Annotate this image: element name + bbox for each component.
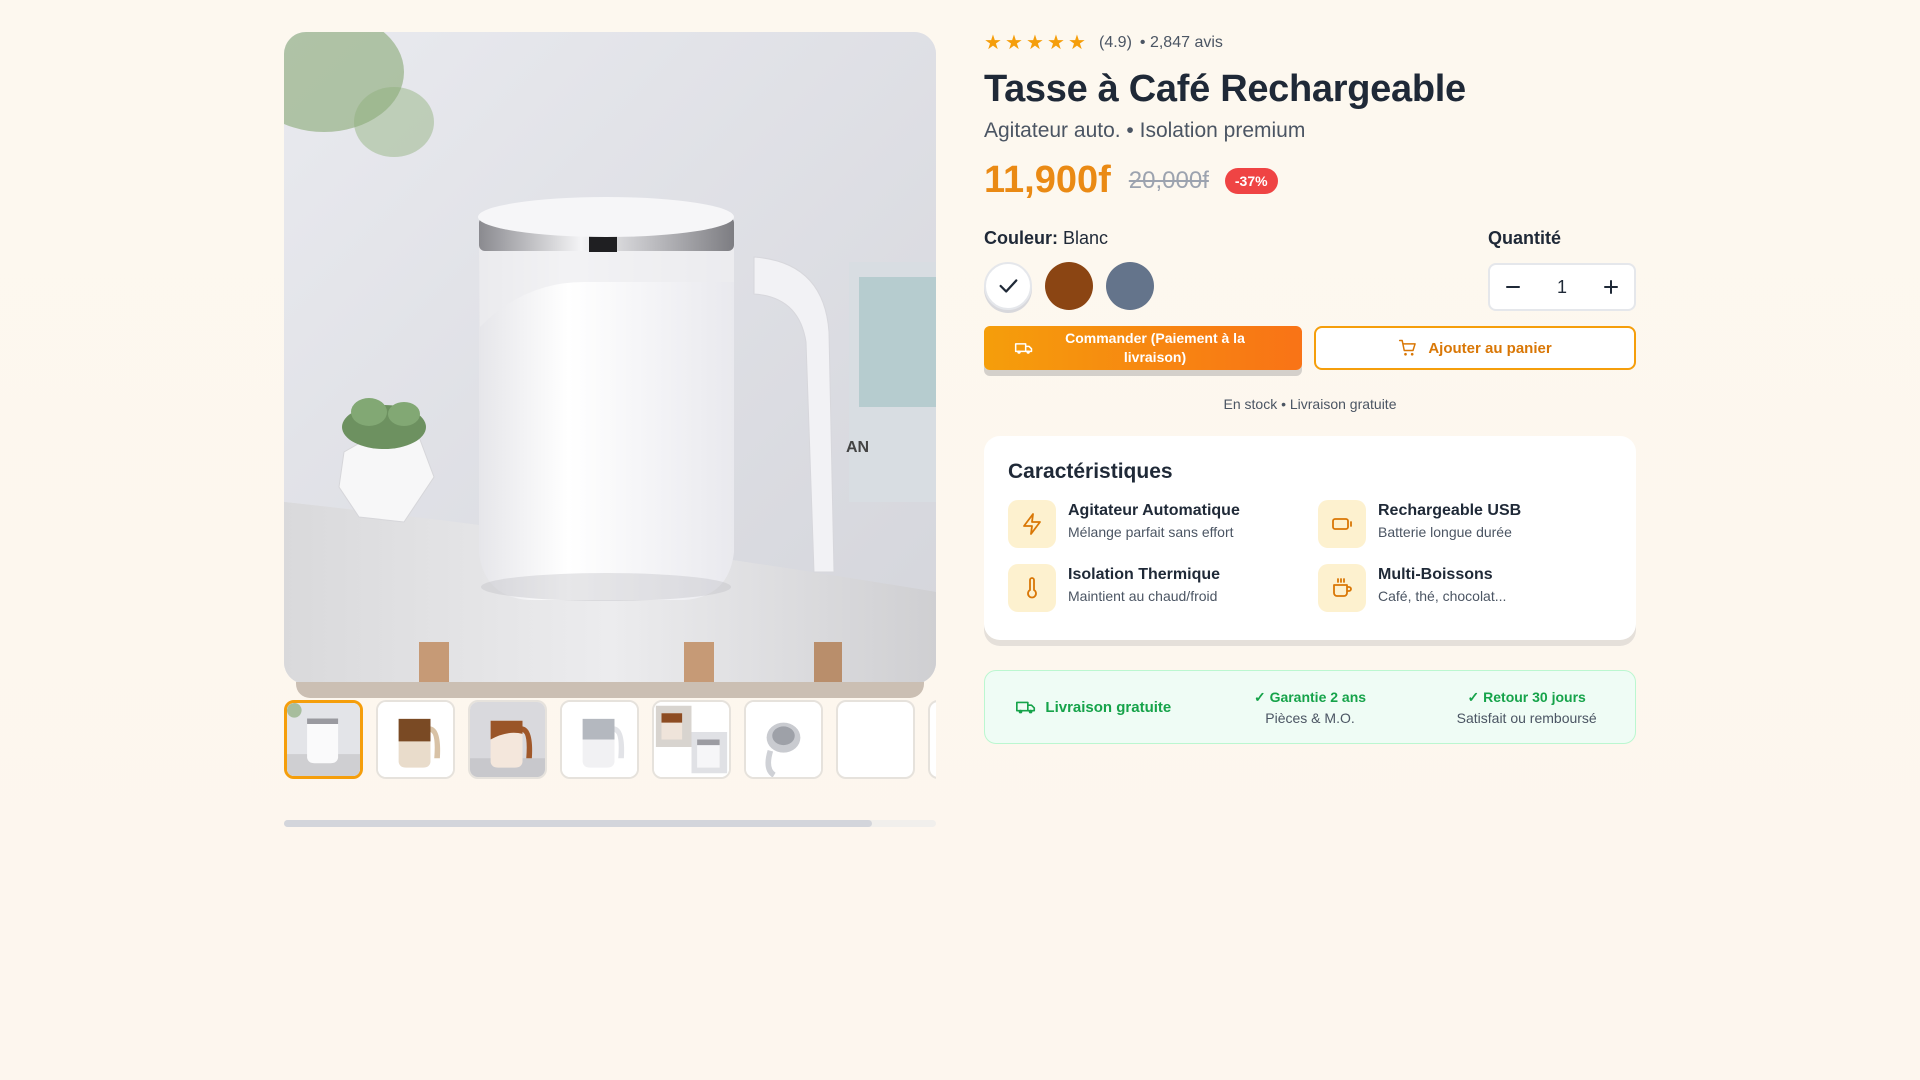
old-price: 20,000f <box>1128 166 1209 194</box>
stock-status: En stock • Livraison gratuite <box>1223 396 1397 412</box>
feature-desc: Mélange parfait sans effort <box>1068 524 1234 540</box>
features-heading: Caractéristiques <box>1008 460 1173 483</box>
decrease-quantity-button[interactable] <box>1490 265 1536 309</box>
feature-item: Multi-Boissons Café, thé, chocolat... <box>1318 564 1618 612</box>
feature-title: Multi-Boissons <box>1378 566 1493 583</box>
features-grid: Agitateur Automatique Mélange parfait sa… <box>1008 500 1612 612</box>
plus-icon <box>1603 280 1618 294</box>
feature-title: Agitateur Automatique <box>1068 502 1240 519</box>
price-row: 11,900f 20,000f -37% <box>984 159 1636 202</box>
thermometer-icon <box>1008 564 1056 612</box>
product-title: Tasse à Café Rechargeable <box>984 68 1466 110</box>
quantity-value[interactable]: 1 <box>1557 277 1567 298</box>
features-card: Caractéristiques Agitateur Automatique M… <box>984 436 1636 640</box>
star-icon: ★ <box>984 31 1002 54</box>
color-label-text: Couleur: <box>984 228 1058 248</box>
quantity-label: Quantité <box>1488 228 1562 248</box>
thumbnail-1[interactable] <box>284 700 363 779</box>
discount-badge: -37% <box>1224 167 1278 194</box>
product-subtitle: Agitateur auto. • Isolation premium <box>984 119 1306 142</box>
guarantees-bar: Livraison gratuite ✓ Garantie 2 ans Pièc… <box>984 670 1636 744</box>
check-icon <box>999 279 1018 293</box>
feature-item: Agitateur Automatique Mélange parfait sa… <box>1008 500 1318 548</box>
minus-icon <box>1506 286 1520 288</box>
guarantee-shipping: Livraison gratuite <box>985 696 1202 718</box>
thumbnail-7[interactable] <box>836 700 915 779</box>
thumbnail-scrollbar[interactable] <box>284 820 936 827</box>
rating-stars: ★ ★ ★ ★ ★ <box>984 31 1087 54</box>
thumbnail-5[interactable] <box>652 700 731 779</box>
order-button-label: Commander (Paiement à la livraison) <box>1065 330 1245 365</box>
lightning-icon <box>1008 500 1056 548</box>
star-icon: ★ <box>1047 31 1065 54</box>
shipping-text: Livraison gratuite <box>1045 698 1172 716</box>
check-icon: ✓ <box>1253 688 1266 705</box>
thumbnail-3[interactable] <box>468 700 547 779</box>
cart-icon <box>1399 339 1417 356</box>
product-options: Couleur: Blanc Quantité 1 <box>984 228 1636 316</box>
coffee-cup-icon <box>1318 564 1366 612</box>
thumbnail-4[interactable] <box>560 700 639 779</box>
add-to-cart-button[interactable]: Ajouter au panier <box>1314 326 1636 370</box>
guarantee-return: ✓ Retour 30 jours Satisfait ou remboursé <box>1418 689 1635 726</box>
review-count: • 2,847 avis <box>1139 34 1223 51</box>
return-sub: Satisfait ou remboursé <box>1456 709 1597 726</box>
rating-row: ★ ★ ★ ★ ★ (4.9) • 2,847 avis <box>984 32 1636 54</box>
check-icon: ✓ <box>1467 688 1480 705</box>
feature-item: Rechargeable USB Batterie longue durée <box>1318 500 1618 548</box>
swatch-white[interactable] <box>984 262 1032 310</box>
feature-item: Isolation Thermique Maintient au chaud/f… <box>1008 564 1318 612</box>
truck-icon <box>1016 701 1036 714</box>
feature-title: Isolation Thermique <box>1068 566 1221 583</box>
product-gallery: AN <box>284 32 936 827</box>
main-product-image[interactable]: AN <box>284 32 936 684</box>
feature-title: Rechargeable USB <box>1378 502 1522 519</box>
feature-desc: Batterie longue durée <box>1378 524 1512 540</box>
quantity-block: Quantité 1 <box>1488 228 1636 311</box>
battery-icon <box>1318 500 1366 548</box>
selected-color-name: Blanc <box>1063 228 1109 248</box>
warranty-sub: Pièces & M.O. <box>1265 709 1355 726</box>
quantity-stepper[interactable]: 1 <box>1488 263 1636 311</box>
thumbnail-2[interactable] <box>376 700 455 779</box>
order-cod-button[interactable]: Commander (Paiement à la livraison) <box>984 326 1302 370</box>
guarantee-warranty: ✓ Garantie 2 ans Pièces & M.O. <box>1202 689 1419 726</box>
star-icon: ★ <box>1068 31 1086 54</box>
star-icon: ★ <box>1026 31 1044 54</box>
product-info: ★ ★ ★ ★ ★ (4.9) • 2,847 avis Tasse à Caf… <box>984 32 1636 744</box>
thumbnail-8[interactable] <box>928 700 936 779</box>
truck-icon <box>1014 343 1033 354</box>
thumbnail-6[interactable] <box>744 700 823 779</box>
feature-desc: Café, thé, chocolat... <box>1378 588 1507 604</box>
svg-text:AN: AN <box>846 439 869 456</box>
cart-button-label: Ajouter au panier <box>1428 339 1552 357</box>
scrollbar-thumb[interactable] <box>284 820 872 827</box>
feature-desc: Maintient au chaud/froid <box>1068 588 1218 604</box>
thumbnail-strip[interactable] <box>284 700 936 779</box>
swatch-brown[interactable] <box>1045 262 1093 310</box>
rating-value: (4.9) <box>1099 34 1132 51</box>
star-icon: ★ <box>1005 31 1023 54</box>
current-price: 11,900f <box>984 159 1111 201</box>
main-image-shadow <box>296 682 924 698</box>
action-buttons: Commander (Paiement à la livraison) Ajou… <box>984 326 1636 370</box>
increase-quantity-button[interactable] <box>1588 265 1634 309</box>
color-swatches <box>984 262 1154 310</box>
return-title: Retour 30 jours <box>1483 688 1586 705</box>
warranty-title: Garantie 2 ans <box>1269 688 1367 705</box>
swatch-slate[interactable] <box>1106 262 1154 310</box>
